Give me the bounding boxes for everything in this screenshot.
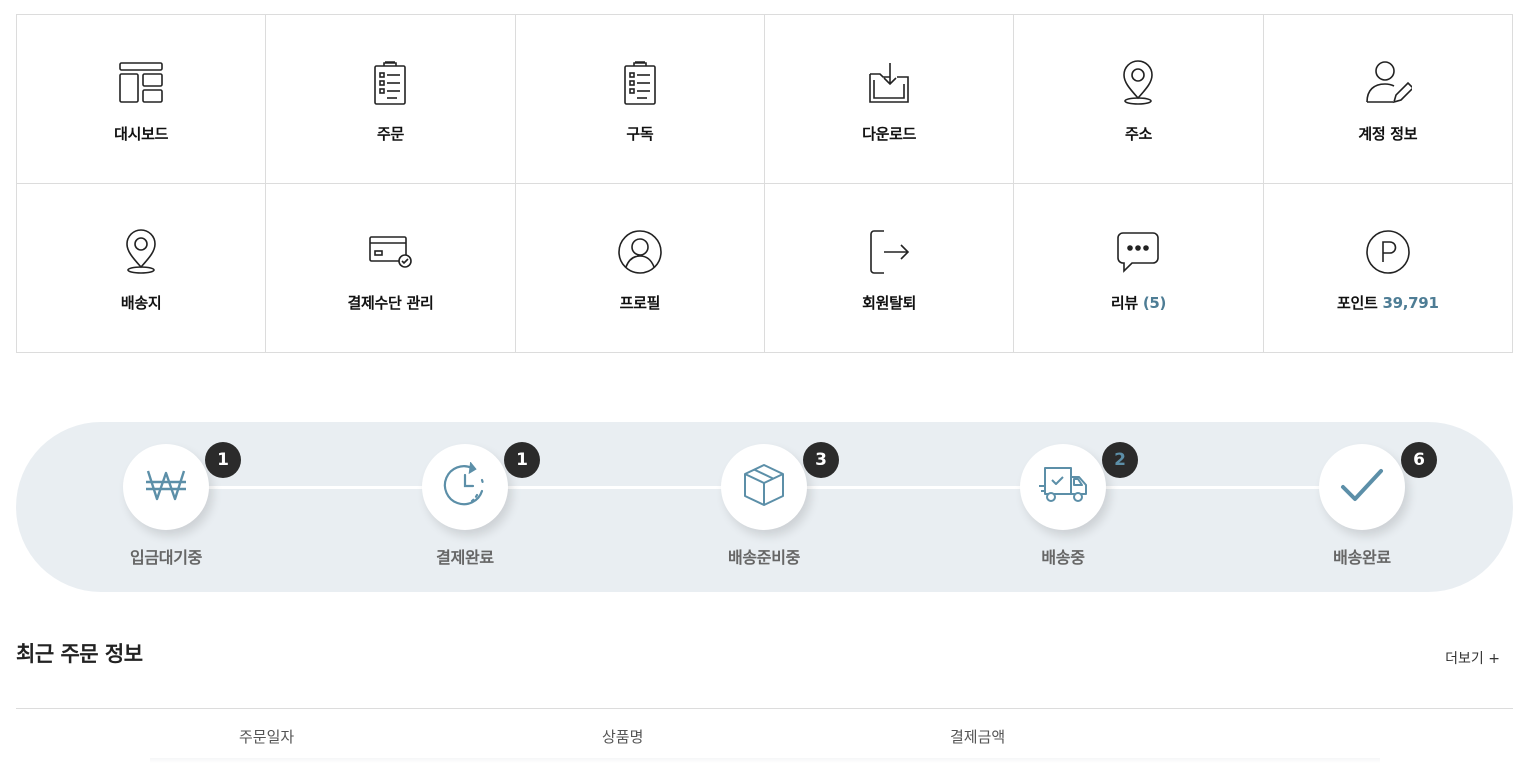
column-header-product-name: 상품명 bbox=[602, 728, 644, 746]
menu-item-label: 배송지 bbox=[120, 294, 162, 312]
status-count-badge: 1 bbox=[504, 442, 540, 478]
menu-item-address[interactable]: 주소 bbox=[1014, 15, 1264, 184]
map-pin-icon bbox=[117, 228, 165, 276]
menu-item-account-info[interactable]: 계정 정보 bbox=[1263, 15, 1513, 184]
status-count-badge: 1 bbox=[205, 442, 241, 478]
menu-item-label: 프로필 bbox=[619, 294, 661, 312]
user-circle-icon bbox=[616, 228, 664, 276]
download-folder-icon bbox=[865, 59, 913, 107]
menu-item-label: 구독 bbox=[626, 125, 654, 143]
menu-item-dashboard[interactable]: 대시보드 bbox=[17, 15, 267, 184]
status-label: 배송준비중 bbox=[727, 548, 801, 567]
more-orders-link[interactable]: 더보기 + bbox=[1445, 648, 1500, 668]
menu-item-label: 주문 bbox=[376, 125, 404, 143]
status-step-delivered[interactable]: 6 배송완료 bbox=[1287, 442, 1437, 568]
status-count-badge: 6 bbox=[1401, 442, 1437, 478]
clipboard-list-icon bbox=[616, 59, 664, 107]
menu-item-profile[interactable]: 프로필 bbox=[515, 184, 765, 353]
menu-item-orders[interactable]: 주문 bbox=[266, 15, 516, 184]
credit-card-check-icon bbox=[366, 228, 414, 276]
menu-item-label: 다운로드 bbox=[862, 125, 917, 143]
review-count: (5) bbox=[1142, 294, 1167, 312]
recent-orders-title: 최근 주문 정보 bbox=[16, 642, 143, 666]
status-label: 입금대기중 bbox=[129, 548, 203, 567]
menu-item-downloads[interactable]: 다운로드 bbox=[764, 15, 1015, 184]
box-icon bbox=[742, 462, 786, 512]
won-icon bbox=[144, 465, 188, 509]
menu-item-label: 계정 정보 bbox=[1358, 125, 1418, 143]
menu-item-label: 주소 bbox=[1124, 125, 1152, 143]
status-circle: 1 bbox=[123, 442, 241, 530]
check-icon bbox=[1339, 465, 1385, 509]
menu-item-payment-methods[interactable]: 결제수단 관리 bbox=[266, 184, 516, 353]
status-circle: 3 bbox=[721, 442, 839, 530]
menu-item-label: 회원탈퇴 bbox=[862, 294, 917, 312]
status-step-payment-complete[interactable]: 1 결제완료 bbox=[390, 442, 540, 568]
status-circle: 2 bbox=[1020, 442, 1138, 530]
user-edit-icon bbox=[1364, 59, 1412, 107]
status-count-badge: 2 bbox=[1102, 442, 1138, 478]
status-step-preparing-shipment[interactable]: 3 배송준비중 bbox=[689, 442, 839, 568]
status-label: 결제완료 bbox=[436, 548, 494, 567]
map-pin-icon bbox=[1114, 59, 1162, 107]
chat-bubble-icon bbox=[1114, 228, 1162, 276]
recent-orders-table-header: 주문일자 상품명 결제금액 bbox=[16, 726, 1513, 756]
table-body-edge bbox=[150, 758, 1380, 763]
clipboard-list-icon bbox=[366, 59, 414, 107]
point-icon bbox=[1364, 228, 1412, 276]
menu-item-label: 리뷰 (5) bbox=[1110, 292, 1167, 313]
status-step-awaiting-payment[interactable]: 1 입금대기중 bbox=[91, 442, 241, 568]
point-balance: 39,791 bbox=[1382, 294, 1439, 312]
column-header-order-date: 주문일자 bbox=[239, 728, 295, 746]
menu-item-withdraw[interactable]: 회원탈퇴 bbox=[764, 184, 1015, 353]
dashboard-icon bbox=[117, 59, 165, 107]
status-circle: 1 bbox=[422, 442, 540, 530]
menu-item-points[interactable]: 포인트 39,791 bbox=[1263, 184, 1513, 353]
menu-item-subscriptions[interactable]: 구독 bbox=[515, 15, 765, 184]
status-label: 배송중 bbox=[1041, 548, 1085, 567]
column-header-payment-amount: 결제금액 bbox=[950, 728, 1006, 746]
order-status-tracker: 1 입금대기중 1 결제완료 3 배송준비중 2 배송중 6 배송완료 bbox=[16, 422, 1513, 592]
menu-item-label: 포인트 39,791 bbox=[1337, 292, 1439, 313]
section-divider bbox=[16, 708, 1513, 709]
clock-refresh-icon bbox=[442, 461, 488, 512]
account-menu-grid: 대시보드 주문 구독 다운로드 주소 계정 정보 배송지 결제수단 관리 프로필… bbox=[16, 14, 1513, 353]
menu-item-label-text: 리뷰 bbox=[1110, 294, 1138, 312]
logout-icon bbox=[865, 228, 913, 276]
status-circle: 6 bbox=[1319, 442, 1437, 530]
status-label: 배송완료 bbox=[1333, 548, 1391, 567]
status-step-shipping[interactable]: 2 배송중 bbox=[988, 442, 1138, 568]
menu-item-label-text: 포인트 bbox=[1337, 294, 1378, 312]
menu-item-shipping-address[interactable]: 배송지 bbox=[17, 184, 267, 353]
menu-item-label: 대시보드 bbox=[114, 125, 169, 143]
status-count-badge: 3 bbox=[803, 442, 839, 478]
truck-icon bbox=[1037, 465, 1089, 509]
menu-item-reviews[interactable]: 리뷰 (5) bbox=[1014, 184, 1264, 353]
menu-item-label: 결제수단 관리 bbox=[347, 294, 434, 312]
